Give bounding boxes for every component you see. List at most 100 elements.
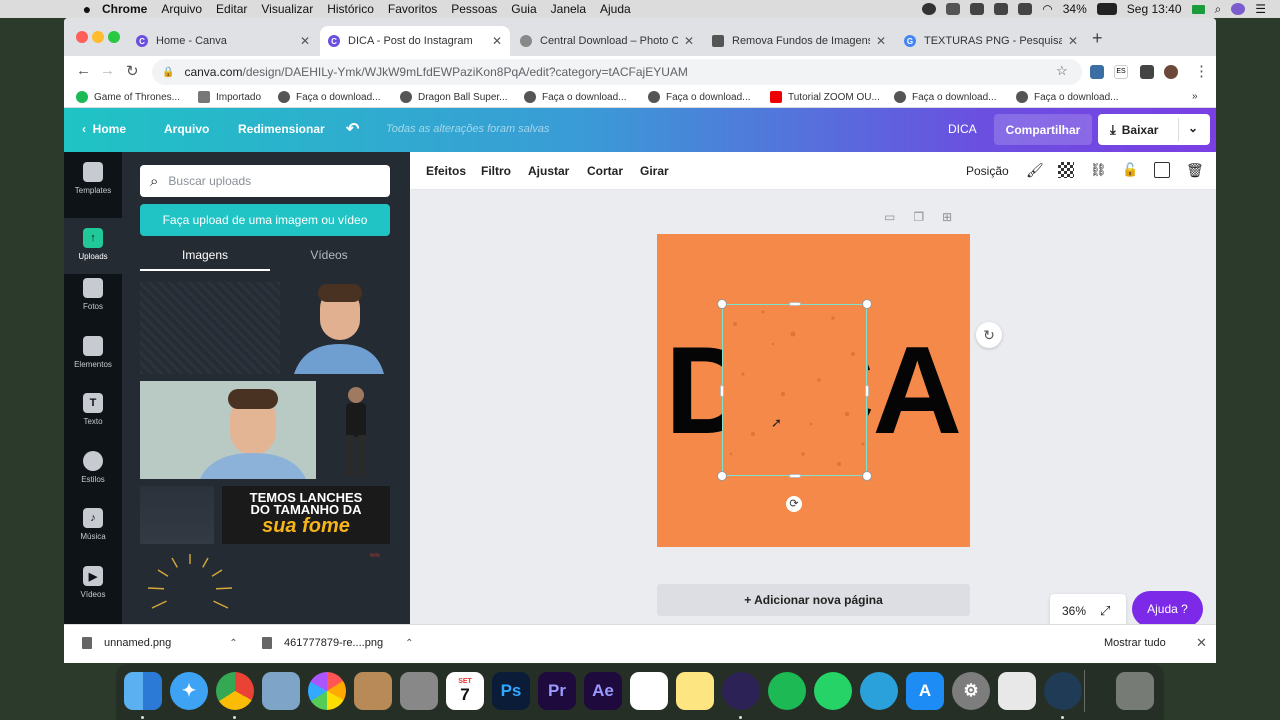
show-all-downloads-button[interactable]: Mostrar tudo — [1104, 637, 1166, 649]
close-tab-icon[interactable]: ✕ — [1068, 34, 1078, 48]
wifi-icon[interactable]: ◠ — [1042, 2, 1052, 16]
control-center-icon[interactable]: ☰ — [1255, 2, 1266, 16]
tab-images[interactable]: Imagens — [140, 248, 270, 262]
menu-pessoas[interactable]: Pessoas — [451, 2, 497, 16]
chevron-down-icon[interactable]: ⌄ — [1188, 121, 1198, 135]
paint-roller-icon[interactable]: 🖌 — [1026, 162, 1044, 178]
calculator-icon[interactable] — [400, 672, 438, 710]
puzzle-extensions-icon[interactable] — [1140, 65, 1154, 79]
resize-handle-bottom-right[interactable] — [862, 471, 872, 481]
after-effects-icon[interactable]: Ae — [584, 672, 622, 710]
help-button[interactable]: Ajuda ? — [1132, 591, 1203, 627]
rail-item-estilos[interactable]: Estilos — [64, 451, 122, 507]
close-tab-icon[interactable]: ✕ — [492, 34, 502, 48]
notes-icon[interactable]: ▭ — [884, 210, 895, 224]
spotlight-search-icon[interactable]: ⌕ — [1215, 2, 1222, 17]
bookmark-folder[interactable]: Importado — [198, 91, 261, 103]
rail-item-texto[interactable]: T Texto — [64, 393, 122, 449]
close-tab-icon[interactable]: ✕ — [684, 34, 694, 48]
upload-thumbnail-texture[interactable] — [140, 282, 280, 374]
menu-favoritos[interactable]: Favoritos — [388, 2, 437, 16]
finder-icon[interactable] — [124, 672, 162, 710]
close-downloads-icon[interactable]: ✕ — [1196, 635, 1207, 651]
forward-arrow-icon[interactable]: → — [100, 62, 115, 79]
rotate-handle-icon[interactable]: ⟳ — [786, 496, 802, 512]
trash-icon[interactable] — [1116, 672, 1154, 710]
whatsapp-icon[interactable] — [814, 672, 852, 710]
bookmark-item[interactable]: Tutorial ZOOM OU... — [770, 91, 880, 103]
bookmark-item[interactable]: Dragon Ball Super... — [400, 91, 508, 103]
menu-janela[interactable]: Janela — [551, 2, 586, 16]
menu-clock[interactable]: Seg 13:40 — [1127, 2, 1182, 16]
eclipse-icon[interactable] — [722, 672, 760, 710]
download-item[interactable]: unnamed.png ⌃ — [82, 637, 238, 649]
search-uploads-input[interactable]: ⌕ Buscar uploads — [140, 165, 390, 197]
duplicate-icon[interactable] — [1154, 162, 1170, 178]
cloud-icon[interactable] — [994, 3, 1009, 15]
selection-box[interactable]: ➚ — [717, 299, 872, 481]
reload-icon[interactable]: ↻ — [126, 62, 139, 80]
minimize-window-button[interactable] — [92, 31, 104, 43]
resize-handle-top-left[interactable] — [717, 299, 727, 309]
bookmark-item[interactable]: Faça o download... — [894, 91, 997, 103]
preview-icon[interactable] — [262, 672, 300, 710]
browser-tab-home-canva[interactable]: C Home - Canva ✕ — [128, 26, 318, 56]
zoom-window-button[interactable] — [108, 31, 120, 43]
zoom-control[interactable]: 36% ⤢ — [1050, 594, 1126, 628]
roblox-icon[interactable] — [998, 672, 1036, 710]
profile-avatar[interactable] — [1164, 65, 1178, 79]
bookmark-item[interactable]: Faça o download... — [648, 91, 751, 103]
home-button[interactable]: ‹ Home — [82, 122, 126, 136]
safari-icon[interactable]: ✦ — [170, 672, 208, 710]
telegram-icon[interactable] — [860, 672, 898, 710]
add-page-icon[interactable]: ⊞ — [942, 210, 952, 224]
bookmark-item[interactable]: Faça o download... — [524, 91, 627, 103]
reminders-icon[interactable] — [630, 672, 668, 710]
download-button[interactable]: ⤓ Baixar ⌄ — [1098, 114, 1210, 145]
rail-item-uploads[interactable]: ↑ Uploads — [64, 218, 122, 274]
copy-page-icon[interactable]: ❐ — [913, 210, 924, 224]
extension-icon[interactable] — [1090, 65, 1104, 79]
flag-brazil-icon[interactable] — [1191, 4, 1205, 14]
contacts-icon[interactable] — [354, 672, 392, 710]
notes-icon[interactable] — [676, 672, 714, 710]
upload-thumbnail-warrior-woman[interactable] — [320, 381, 390, 479]
new-tab-button[interactable]: + — [1092, 28, 1103, 49]
upload-media-button[interactable]: Faça upload de uma imagem ou vídeo — [140, 204, 390, 236]
effects-button[interactable]: Efeitos — [426, 164, 466, 178]
browser-tab-central-download[interactable]: Central Download – Photo Can ✕ — [512, 26, 702, 56]
resize-button[interactable]: Redimensionar — [238, 122, 325, 136]
bookmark-star-icon[interactable]: ☆ — [1056, 63, 1068, 79]
apple-menu-icon[interactable]: ● — [72, 1, 102, 17]
battery-icon[interactable] — [1096, 3, 1117, 15]
menu-app-name[interactable]: Chrome — [102, 2, 147, 16]
menu-editar[interactable]: Editar — [216, 2, 247, 16]
upload-thumbnail-sunburst[interactable] — [140, 550, 250, 624]
system-preferences-icon[interactable]: ⚙ — [952, 672, 990, 710]
more-bookmarks-icon[interactable]: » — [1192, 91, 1198, 102]
share-button[interactable]: Compartilhar — [994, 114, 1092, 145]
photos-icon[interactable] — [308, 672, 346, 710]
menu-ajuda[interactable]: Ajuda — [600, 2, 631, 16]
display-icon[interactable] — [1018, 3, 1033, 15]
close-tab-icon[interactable]: ✕ — [876, 34, 886, 48]
position-button[interactable]: Posição — [966, 164, 1009, 178]
undo-icon[interactable]: ↶ — [346, 119, 359, 139]
rail-item-elementos[interactable]: Elementos — [64, 336, 122, 392]
message-icon[interactable] — [970, 3, 985, 15]
back-arrow-icon[interactable]: ← — [76, 62, 91, 79]
siri-icon[interactable] — [1231, 3, 1246, 15]
spotify-icon[interactable] — [768, 672, 806, 710]
resize-handle-top-right[interactable] — [862, 299, 872, 309]
resize-handle-top[interactable] — [789, 302, 801, 306]
rail-item-templates[interactable]: Templates — [64, 162, 122, 218]
browser-tab-dica[interactable]: C DICA - Post do Instagram ✕ — [320, 26, 510, 56]
close-window-button[interactable] — [76, 31, 88, 43]
menu-visualizar[interactable]: Visualizar — [261, 2, 313, 16]
menu-historico[interactable]: Histórico — [327, 2, 374, 16]
creative-cloud-icon[interactable] — [946, 3, 961, 15]
trash-icon[interactable]: 🗑 — [1186, 162, 1204, 178]
filter-button[interactable]: Filtro — [481, 164, 511, 178]
resize-handle-left[interactable] — [720, 385, 724, 397]
bookmark-item[interactable]: Faça o download... — [278, 91, 381, 103]
